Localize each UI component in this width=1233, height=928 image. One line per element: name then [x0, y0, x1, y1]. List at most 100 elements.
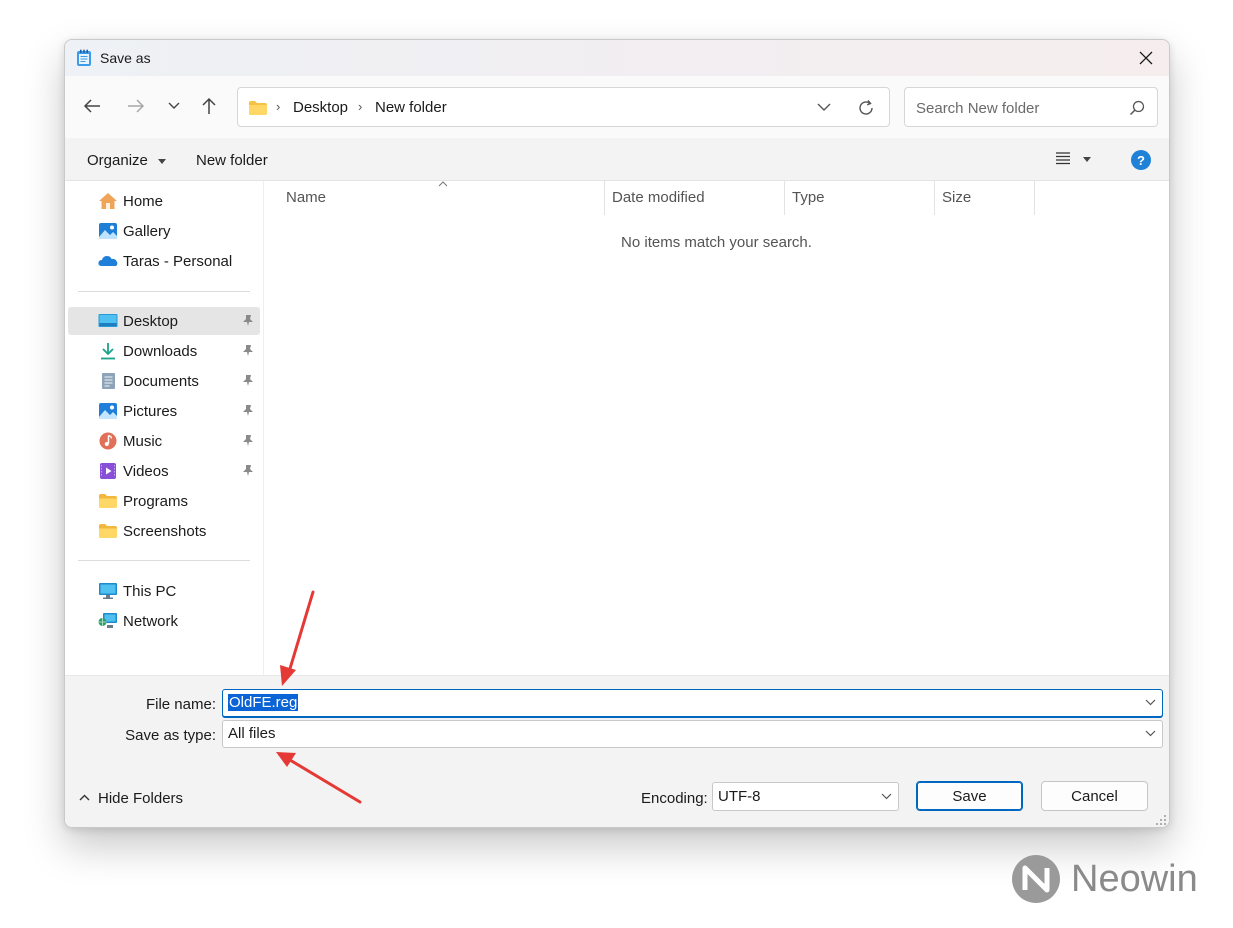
sidebar-item-documents[interactable]: Documents: [68, 367, 260, 395]
column-divider[interactable]: [604, 181, 605, 215]
sidebar-item-this-pc[interactable]: This PC: [68, 577, 260, 605]
breadcrumb-new-folder[interactable]: New folder: [375, 99, 447, 116]
neowin-logo-icon: [1012, 855, 1060, 903]
view-options-button[interactable]: [1055, 151, 1091, 168]
column-divider[interactable]: [1034, 181, 1035, 215]
sidebar-item-music[interactable]: Music: [68, 427, 260, 455]
sidebar-item-label: Music: [123, 433, 163, 450]
download-icon: [101, 343, 115, 360]
folder-icon: [249, 101, 267, 115]
column-header-type[interactable]: Type: [792, 189, 825, 206]
save-as-type-value: All files: [228, 725, 276, 742]
sidebar-item-label: Programs: [123, 493, 189, 510]
resize-grip-icon[interactable]: [1155, 814, 1167, 826]
breadcrumb-separator: ›: [276, 99, 281, 114]
pin-icon[interactable]: [242, 374, 254, 387]
sort-caret-icon: [438, 181, 448, 187]
new-folder-button[interactable]: New folder: [196, 152, 268, 169]
computer-icon: [99, 583, 117, 599]
save-button[interactable]: Save: [916, 781, 1023, 811]
window-title: Save as: [100, 50, 151, 66]
command-bar: Organize New folder ?: [65, 138, 1169, 181]
recent-locations-button[interactable]: [158, 90, 190, 122]
chevron-down-icon[interactable]: [1145, 730, 1156, 737]
sidebar-item-home[interactable]: Home: [68, 187, 260, 215]
breadcrumb-desktop[interactable]: Desktop: [293, 99, 348, 116]
sidebar-item-label: Desktop: [123, 313, 179, 330]
organize-menu[interactable]: Organize: [87, 152, 167, 169]
chevron-down-icon[interactable]: [1145, 699, 1156, 706]
empty-message: No items match your search.: [621, 234, 812, 251]
forward-button[interactable]: [120, 90, 152, 122]
onedrive-cloud-icon: [98, 256, 118, 266]
encoding-value: UTF-8: [718, 788, 761, 805]
neowin-watermark: Neowin: [1011, 854, 1211, 906]
encoding-select[interactable]: UTF-8: [712, 782, 899, 811]
sidebar-divider: [78, 291, 250, 292]
sidebar-item-label: Gallery: [123, 223, 171, 240]
column-divider[interactable]: [784, 181, 785, 215]
column-header-size[interactable]: Size: [942, 189, 971, 206]
sidebar-item-desktop[interactable]: Desktop: [68, 307, 260, 335]
sidebar-item-onedrive[interactable]: Taras - Personal: [68, 247, 260, 275]
caret-down-icon: [158, 158, 167, 164]
sidebar-item-network[interactable]: Network: [68, 607, 260, 635]
notepad-icon: [77, 49, 91, 66]
list-view-icon: [1056, 152, 1070, 165]
sidebar-item-gallery[interactable]: Gallery: [68, 217, 260, 245]
sidebar-item-screenshots[interactable]: Screenshots: [68, 517, 260, 545]
breadcrumb-separator: ›: [358, 99, 363, 114]
caret-down-icon: [1082, 157, 1091, 162]
folder-icon: [99, 524, 117, 538]
document-icon: [102, 373, 115, 389]
sidebar-item-pictures[interactable]: Pictures: [68, 397, 260, 425]
chevron-down-icon: [168, 102, 180, 109]
column-header-date-modified[interactable]: Date modified: [612, 189, 705, 206]
chevron-up-icon: [79, 794, 90, 801]
neowin-wordmark: Neowin: [1071, 858, 1198, 900]
help-icon: ?: [1137, 152, 1145, 168]
chevron-down-icon[interactable]: [817, 100, 831, 114]
sidebar-divider: [78, 560, 250, 561]
save-as-dialog: Save as › Desktop › New folder Search Ne…: [64, 39, 1170, 828]
gallery-icon: [99, 223, 117, 239]
sidebar-item-label: This PC: [123, 583, 177, 600]
navigation-bar: › Desktop › New folder: [65, 76, 1169, 138]
hide-folders-button[interactable]: Hide Folders: [79, 790, 183, 807]
sidebar-item-label: Documents: [123, 373, 199, 390]
up-button[interactable]: [193, 90, 225, 122]
arrow-up-icon: [202, 97, 216, 114]
desktop-icon: [98, 314, 118, 327]
sidebar-item-label: Home: [123, 193, 164, 210]
back-button[interactable]: [76, 90, 108, 122]
pin-icon[interactable]: [242, 434, 254, 447]
sidebar-item-videos[interactable]: Videos: [68, 457, 260, 485]
search-input[interactable]: [914, 96, 1118, 120]
help-button[interactable]: ?: [1131, 150, 1151, 170]
save-as-type-select[interactable]: All files: [222, 720, 1163, 748]
save-as-type-label: Save as type:: [125, 727, 216, 744]
sidebar-item-downloads[interactable]: Downloads: [68, 337, 260, 365]
sidebar-item-programs[interactable]: Programs: [68, 487, 260, 515]
sidebar-item-label: Taras - Personal: [123, 253, 233, 270]
cancel-button[interactable]: Cancel: [1041, 781, 1148, 811]
encoding-label: Encoding:: [641, 790, 708, 807]
music-icon: [99, 432, 117, 450]
search-icon[interactable]: [1129, 100, 1145, 116]
sidebar-item-label: Screenshots: [123, 523, 207, 540]
sidebar-item-label: Network: [123, 613, 179, 630]
column-divider[interactable]: [934, 181, 935, 215]
file-name-value[interactable]: OldFE.reg: [228, 694, 299, 711]
pin-icon[interactable]: [242, 404, 254, 417]
sidebar-item-label: Downloads: [123, 343, 198, 360]
sidebar-item-label: Pictures: [123, 403, 178, 420]
column-header-name[interactable]: Name: [286, 189, 326, 206]
refresh-icon[interactable]: [857, 99, 875, 117]
pin-icon[interactable]: [242, 344, 254, 357]
close-button[interactable]: [1123, 40, 1169, 76]
file-name-field[interactable]: OldFE.reg: [222, 689, 1163, 717]
pin-icon[interactable]: [242, 314, 254, 327]
navigation-pane: Home Gallery Taras - Personal Desktop Do…: [65, 181, 264, 675]
pin-icon[interactable]: [242, 464, 254, 477]
address-bar[interactable]: › Desktop › New folder: [237, 87, 890, 127]
